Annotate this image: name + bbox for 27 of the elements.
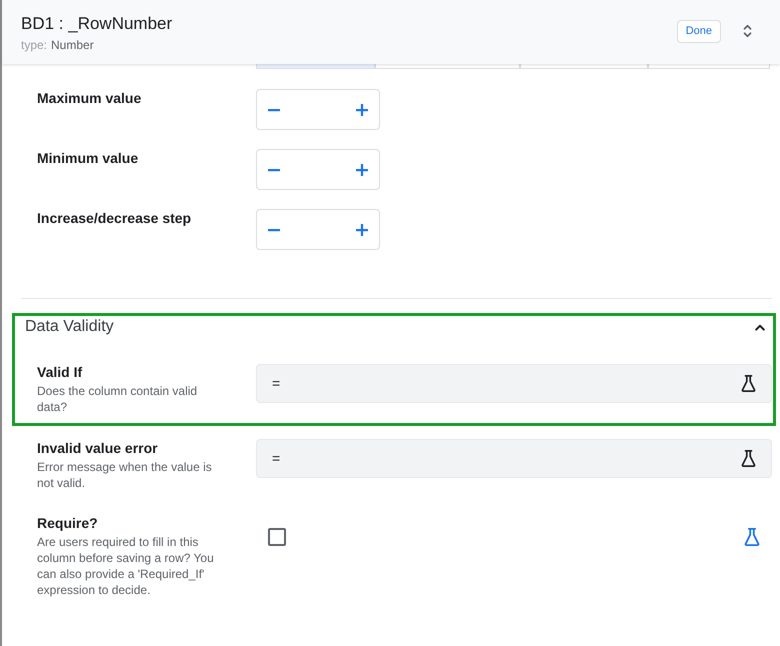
plus-icon[interactable]	[356, 164, 368, 176]
section-heading: Data Validity	[25, 317, 114, 337]
flask-icon[interactable]	[741, 450, 756, 467]
field-label: Minimum value	[37, 149, 140, 168]
field-label: Invalid value error	[37, 439, 159, 458]
checkbox[interactable]	[268, 528, 286, 546]
column-title: BD1 : _RowNumber	[21, 13, 172, 35]
done-button[interactable]: Done	[676, 20, 721, 42]
type-value: Number	[51, 37, 94, 53]
flask-icon[interactable]	[741, 375, 756, 392]
up-down-chevron-icon[interactable]	[743, 24, 752, 38]
field-label: Maximum value	[37, 89, 142, 108]
number-input[interactable]	[256, 149, 380, 190]
number-input[interactable]	[256, 209, 380, 250]
plus-icon[interactable]	[356, 104, 368, 116]
field-description: Error message when the value is not valid.	[37, 459, 213, 491]
expression-field[interactable]: =	[256, 364, 772, 403]
field-description: Are users required to fill in this column before saving a row? You can also provide a 'Required_If' expression to decide.	[37, 534, 215, 598]
number-input[interactable]	[256, 89, 380, 130]
expression-field[interactable]: =	[256, 439, 772, 478]
field-label: Valid If	[37, 363, 84, 382]
plus-icon[interactable]	[356, 224, 368, 236]
type-label: type:	[21, 37, 48, 53]
field-description: Does the column contain valid data?	[37, 383, 198, 415]
field-label: Require?	[37, 514, 99, 533]
field-label: Increase/decrease step	[37, 209, 192, 228]
chevron-up-icon[interactable]	[755, 324, 765, 330]
